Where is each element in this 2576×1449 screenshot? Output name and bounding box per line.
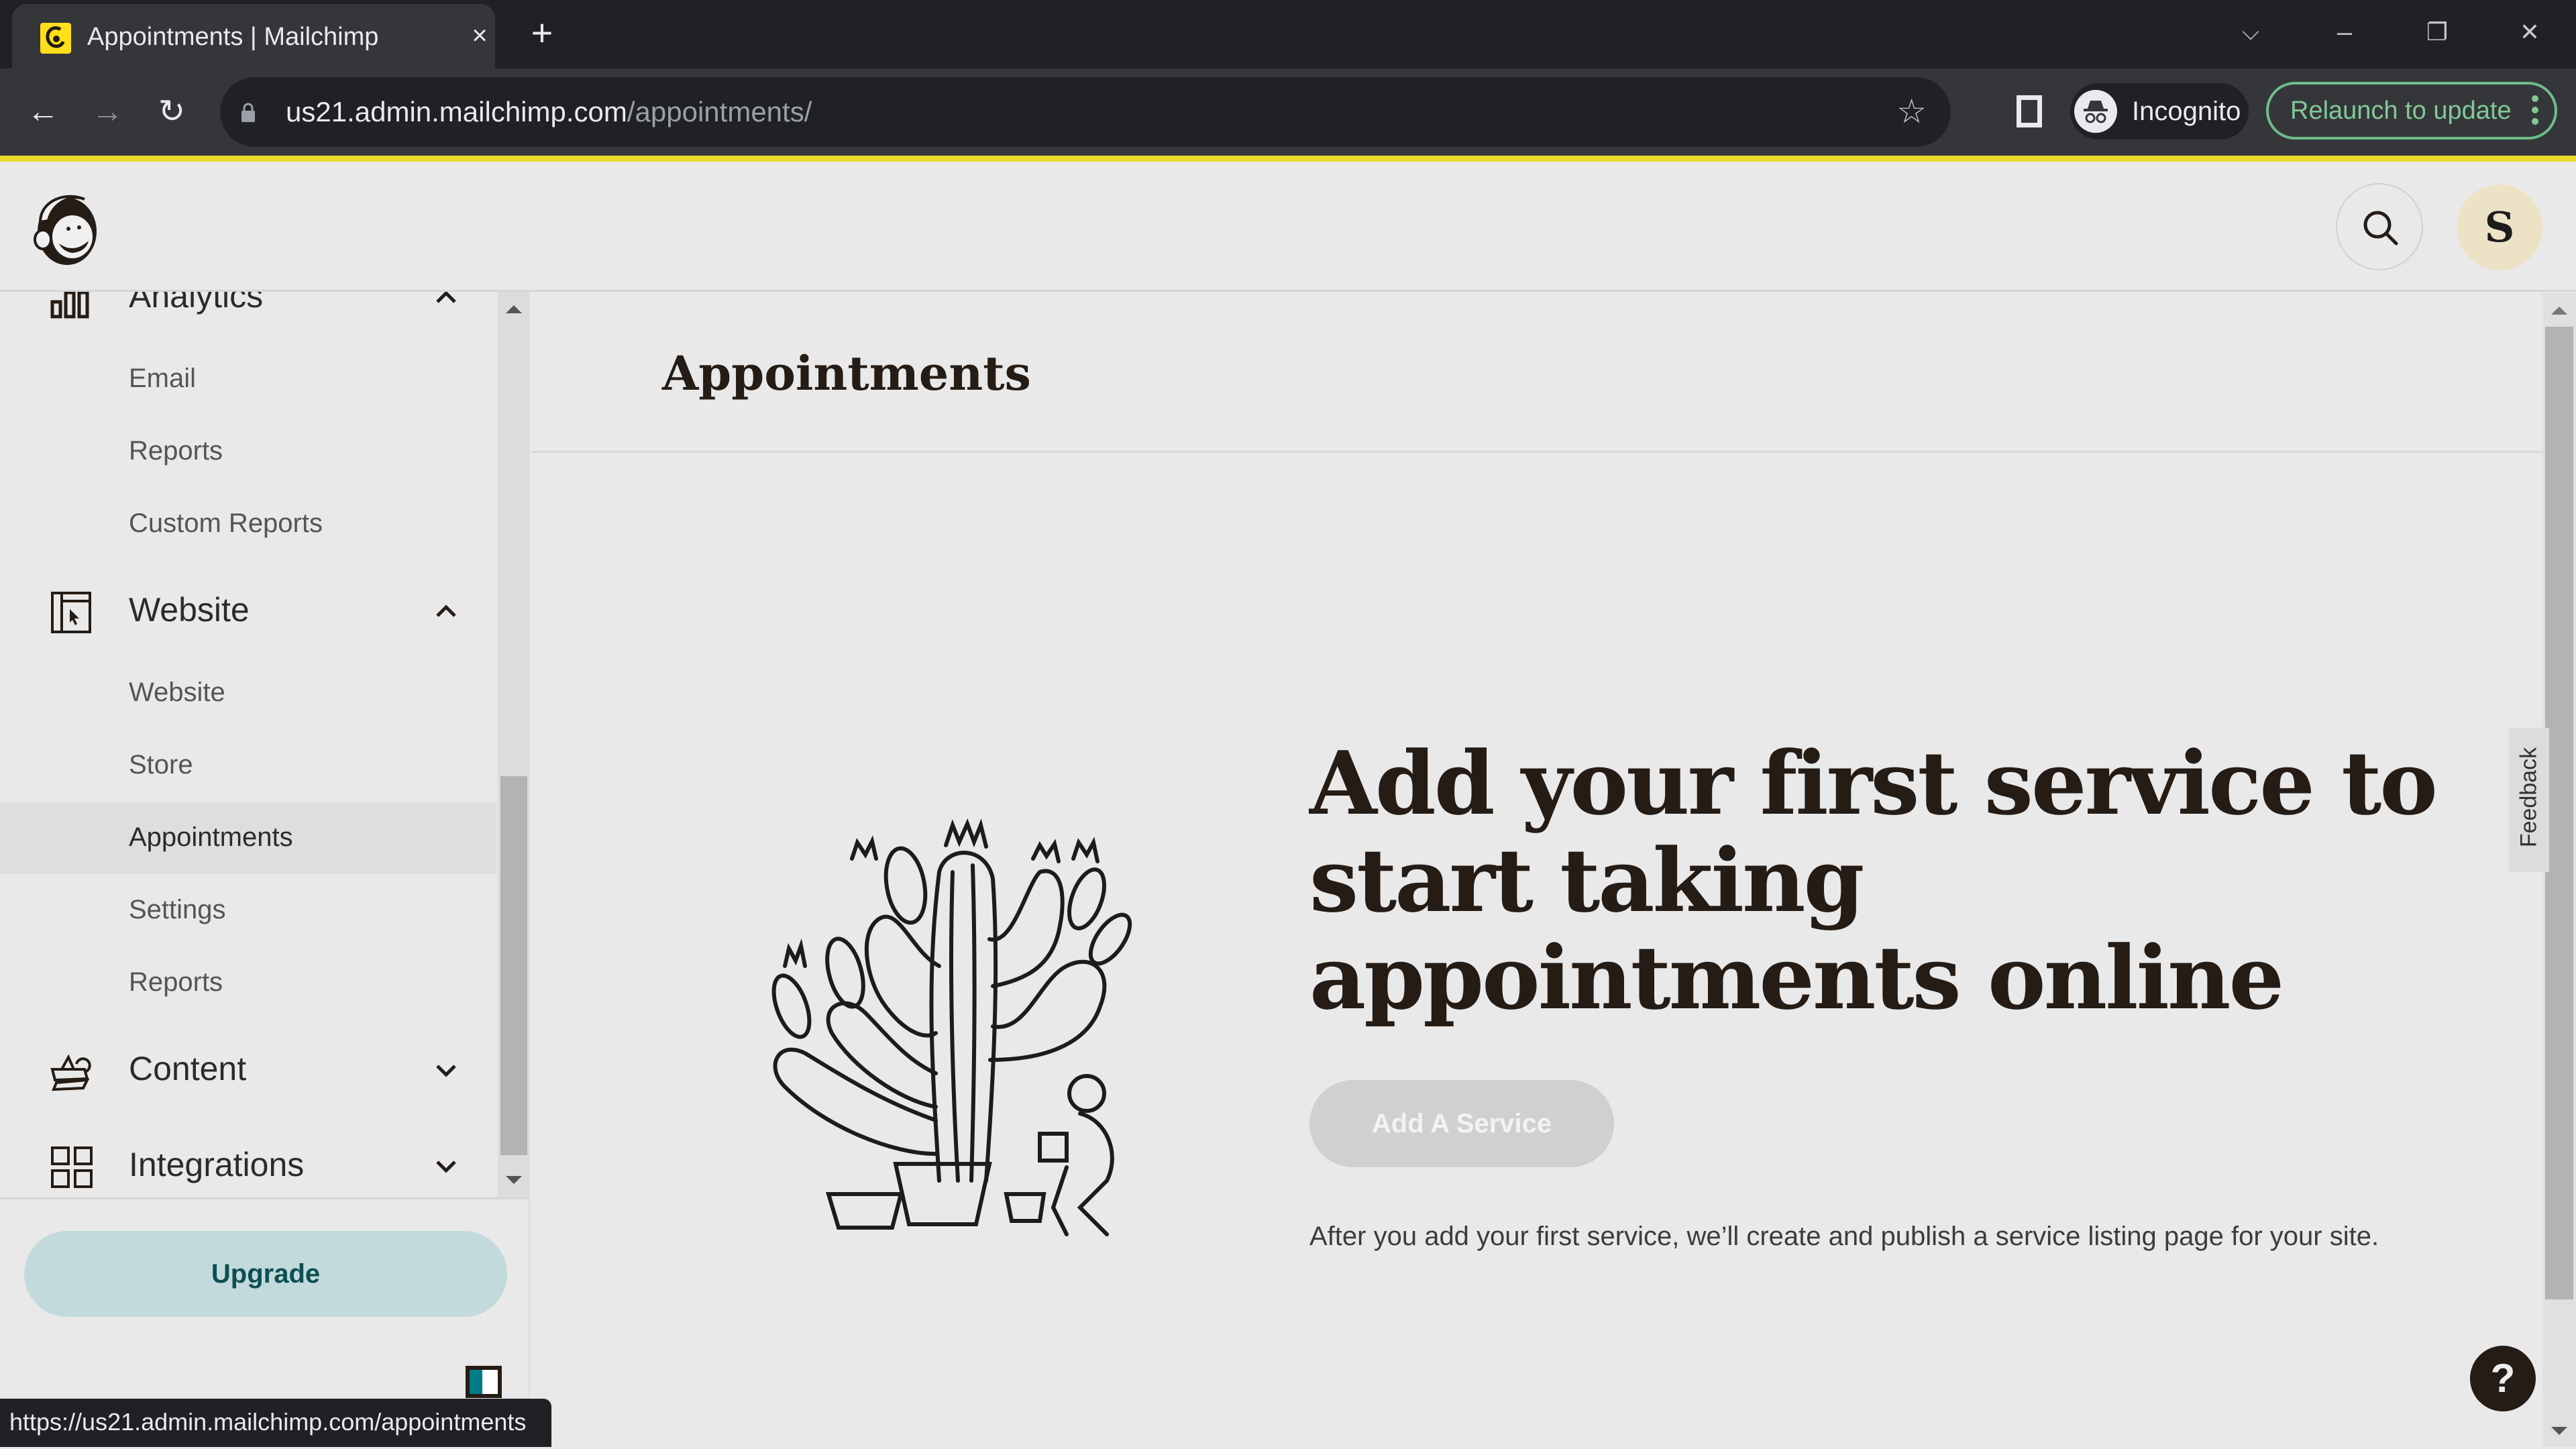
scroll-down-arrow-icon[interactable] — [2551, 1427, 2567, 1435]
chevron-up-icon — [436, 604, 456, 617]
cactus-gardener-illustration — [745, 805, 1147, 1248]
tab-search-chevron-icon[interactable]: ⌵ — [2227, 12, 2274, 52]
scroll-down-arrow-icon[interactable] — [506, 1176, 522, 1184]
scroll-up-arrow-icon[interactable] — [506, 305, 522, 313]
main-scrollbar-thumb[interactable] — [2545, 327, 2573, 1299]
relaunch-label: Relaunch to update — [2290, 97, 2512, 125]
page-title: Appointments — [662, 345, 1031, 401]
scroll-up-arrow-icon[interactable] — [2551, 307, 2567, 315]
sidebar-item-website-reports[interactable]: Reports — [0, 947, 496, 1018]
sidebar-scrollbar[interactable] — [498, 292, 529, 1199]
sidebar-item-custom-reports[interactable]: Custom Reports — [0, 488, 496, 559]
sidebar-item-label: Appointments — [129, 822, 293, 852]
bookmark-star-icon[interactable]: ☆ — [1896, 92, 1927, 131]
incognito-label: Incognito — [2132, 97, 2241, 126]
sidebar-scrollbar-thumb[interactable] — [500, 776, 527, 1155]
sidebar-section-label: Content — [129, 1050, 247, 1087]
lock-icon — [241, 103, 255, 122]
collapse-sidebar-icon[interactable] — [466, 1366, 502, 1398]
url-path: /appointments/ — [627, 96, 812, 127]
chevron-down-icon — [436, 1065, 456, 1077]
sidebar-section-label: Analytics — [129, 292, 264, 315]
tab-close-icon[interactable]: × — [463, 19, 496, 52]
incognito-icon — [2074, 90, 2117, 133]
sidebar-item-label: Settings — [129, 895, 226, 924]
window-close-button[interactable]: ✕ — [2506, 12, 2553, 52]
sidebar-section-label: Website — [129, 591, 250, 629]
browser-tab-bar: Appointments | Mailchimp × + ⌵ – ❐ ✕ — [0, 0, 2576, 68]
app-header: S — [0, 162, 2576, 292]
page-header: Appointments — [531, 292, 2542, 453]
incognito-accent-bar — [0, 156, 2576, 162]
browser-menu-icon[interactable] — [2532, 95, 2540, 127]
browser-tab[interactable]: Appointments | Mailchimp × — [12, 4, 495, 68]
sidebar-scroll-area: Analytics Email Reports Custom Reports W… — [0, 292, 496, 1197]
feedback-tab[interactable]: Feedback — [2509, 728, 2549, 872]
sidebar-item-appointments[interactable]: Appointments — [0, 802, 496, 873]
sidebar-item-settings[interactable]: Settings — [0, 875, 496, 946]
sidebar-divider — [0, 1197, 529, 1199]
relaunch-to-update-button[interactable]: Relaunch to update — [2266, 82, 2557, 140]
sidebar-item-website[interactable]: Website — [0, 657, 496, 729]
sidebar-item-email[interactable]: Email — [0, 343, 496, 415]
main-content: Appointments Add your first service to s… — [531, 292, 2542, 1447]
sidebar-section-label: Integrations — [129, 1146, 305, 1183]
search-button[interactable] — [2336, 183, 2423, 270]
restore-button[interactable]: ❐ — [2414, 12, 2461, 52]
chevron-down-icon — [436, 1161, 456, 1173]
sidebar-section-website[interactable]: Website — [0, 576, 496, 643]
url-host: us21.admin.mailchimp.com — [286, 96, 627, 127]
grid-icon — [51, 1146, 93, 1188]
search-icon — [2363, 211, 2398, 246]
empty-state-description: After you add your first service, we’ll … — [1309, 1222, 2379, 1251]
sidebar-item-label: Reports — [129, 436, 223, 466]
back-button[interactable]: ← — [21, 91, 64, 134]
link-status-bar: https://us21.admin.mailchimp.com/appoint… — [0, 1399, 551, 1447]
side-panel-icon[interactable] — [2017, 95, 2042, 127]
sidebar-item-label: Custom Reports — [129, 508, 323, 538]
sidebar-item-label: Store — [129, 750, 193, 780]
content-icon — [50, 1054, 91, 1091]
website-cursor-icon — [51, 592, 91, 633]
sidebar-section-analytics[interactable]: Analytics — [0, 292, 496, 329]
bar-chart-icon — [50, 292, 89, 319]
sidebar-item-label: Website — [129, 678, 225, 707]
reload-button[interactable]: ↻ — [150, 91, 193, 134]
tab-title: Appointments | Mailchimp — [87, 23, 379, 51]
new-tab-button[interactable]: + — [522, 13, 562, 54]
forward-button[interactable]: → — [86, 91, 129, 134]
help-button[interactable]: ? — [2470, 1346, 2536, 1411]
url-text[interactable]: us21.admin.mailchimp.com/appointments/ — [286, 96, 812, 128]
sidebar-section-integrations[interactable]: Integrations — [0, 1130, 496, 1197]
sidebar-section-content[interactable]: Content — [0, 1034, 496, 1102]
sidebar-item-label: Email — [129, 364, 197, 393]
sidebar-item-label: Reports — [129, 967, 223, 997]
chevron-up-icon — [436, 292, 456, 303]
user-avatar[interactable]: S — [2457, 184, 2542, 270]
incognito-profile-button[interactable]: Incognito — [2070, 83, 2249, 140]
empty-state-headline: Add your first service to start taking a… — [1309, 732, 2438, 1029]
mailchimp-favicon-icon — [40, 23, 71, 54]
upgrade-button[interactable]: Upgrade — [24, 1231, 507, 1317]
browser-toolbar: ← → ↻ us21.admin.mailchimp.com/appointme… — [0, 68, 2576, 156]
feedback-label: Feedback — [2516, 747, 2542, 848]
address-bar[interactable]: us21.admin.mailchimp.com/appointments/ ☆ — [220, 77, 1951, 147]
mailchimp-logo-icon[interactable] — [25, 187, 105, 268]
sidebar-item-store[interactable]: Store — [0, 730, 496, 801]
add-service-button[interactable]: Add A Service — [1309, 1080, 1614, 1167]
sidebar-nav: Analytics Email Reports Custom Reports W… — [0, 292, 530, 1400]
sidebar-item-analytics-reports[interactable]: Reports — [0, 416, 496, 487]
minimize-button[interactable]: – — [2321, 12, 2368, 52]
